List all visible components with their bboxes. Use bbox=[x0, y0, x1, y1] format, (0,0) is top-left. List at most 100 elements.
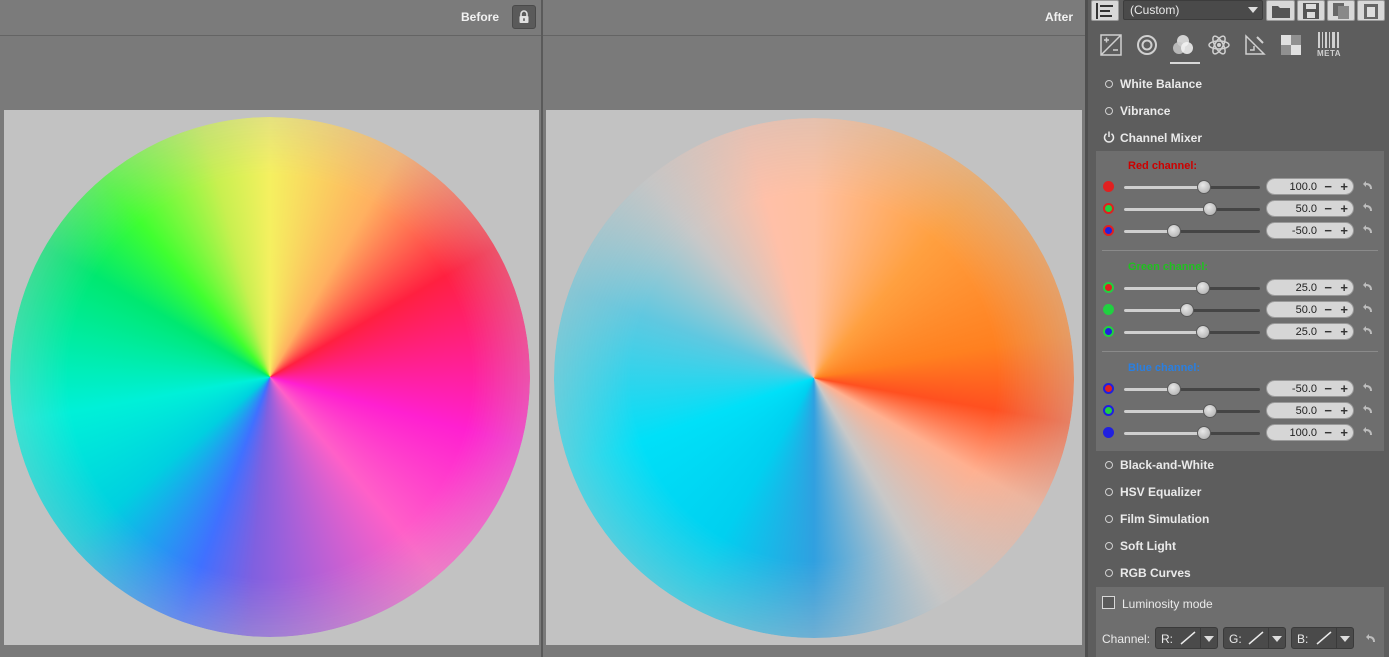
history-list-button[interactable] bbox=[1091, 0, 1119, 21]
minus-button[interactable]: − bbox=[1324, 381, 1332, 396]
reset-icon[interactable] bbox=[1362, 404, 1374, 414]
slider-fill bbox=[1124, 331, 1203, 334]
slider-track[interactable] bbox=[1124, 281, 1260, 295]
plus-button[interactable]: + bbox=[1340, 324, 1348, 339]
reset-icon[interactable] bbox=[1362, 180, 1374, 190]
slider-fill bbox=[1124, 432, 1204, 435]
lock-button[interactable] bbox=[512, 5, 536, 29]
red-curve-button[interactable]: R: bbox=[1155, 627, 1218, 649]
slider-knob[interactable] bbox=[1197, 426, 1211, 440]
green-channel-slider-row: 25.0− + bbox=[1096, 322, 1384, 342]
slider-track[interactable] bbox=[1124, 303, 1260, 317]
plus-button[interactable]: + bbox=[1340, 280, 1348, 295]
slider-value-field[interactable]: 50.0− + bbox=[1266, 200, 1354, 217]
slider-value: 100.0 bbox=[1289, 427, 1317, 439]
minus-button[interactable]: − bbox=[1324, 179, 1332, 194]
reset-icon[interactable] bbox=[1362, 382, 1374, 392]
reset-icon[interactable] bbox=[1365, 633, 1377, 643]
minus-button[interactable]: − bbox=[1324, 425, 1332, 440]
section-title: Channel Mixer bbox=[1120, 131, 1203, 145]
slider-track[interactable] bbox=[1124, 202, 1260, 216]
reset-icon[interactable] bbox=[1362, 281, 1374, 291]
slider-value-field[interactable]: 100.0− + bbox=[1266, 178, 1354, 195]
before-image-canvas[interactable] bbox=[4, 110, 539, 645]
slider-track[interactable] bbox=[1124, 404, 1260, 418]
after-image-canvas[interactable] bbox=[546, 110, 1082, 645]
section-soft-light[interactable]: Soft Light bbox=[1096, 534, 1386, 558]
slider-track[interactable] bbox=[1124, 224, 1260, 238]
slider-value-field[interactable]: 25.0− + bbox=[1266, 323, 1354, 340]
slider-knob[interactable] bbox=[1203, 202, 1217, 216]
plus-button[interactable]: + bbox=[1340, 425, 1348, 440]
slider-value-field[interactable]: 50.0− + bbox=[1266, 402, 1354, 419]
red-curve-dropdown[interactable] bbox=[1200, 628, 1217, 648]
section-title: White Balance bbox=[1120, 77, 1203, 91]
slider-value-field[interactable]: 100.0− + bbox=[1266, 424, 1354, 441]
profile-select-value: (Custom) bbox=[1130, 3, 1180, 17]
slider-knob[interactable] bbox=[1167, 382, 1181, 396]
minus-button[interactable]: − bbox=[1324, 280, 1332, 295]
blue-curve-button[interactable]: B: bbox=[1291, 627, 1354, 649]
before-preview-pane: Before bbox=[0, 0, 541, 657]
processing-profile-select[interactable]: (Custom) bbox=[1123, 0, 1263, 20]
section-white-balance[interactable]: White Balance bbox=[1096, 72, 1386, 96]
slider-value-field[interactable]: 25.0− + bbox=[1266, 279, 1354, 296]
section-channel-mixer[interactable]: Channel Mixer bbox=[1096, 126, 1386, 150]
plus-button[interactable]: + bbox=[1340, 403, 1348, 418]
slider-knob[interactable] bbox=[1167, 224, 1181, 238]
section-black-and-white[interactable]: Black-and-White bbox=[1096, 453, 1386, 477]
minus-button[interactable]: − bbox=[1324, 324, 1332, 339]
slider-value-field[interactable]: -50.0− + bbox=[1266, 222, 1354, 239]
red-curve-label: R: bbox=[1161, 632, 1173, 646]
tab-color[interactable] bbox=[1170, 32, 1196, 58]
luminosity-mode-checkbox[interactable] bbox=[1102, 596, 1115, 609]
minus-button[interactable]: − bbox=[1324, 403, 1332, 418]
green-curve-dropdown[interactable] bbox=[1268, 628, 1285, 648]
tab-advanced[interactable] bbox=[1206, 32, 1232, 58]
copy-profile-button[interactable] bbox=[1327, 0, 1355, 21]
tab-metadata[interactable]: META bbox=[1314, 32, 1344, 58]
red-channel-title: Red channel: bbox=[1128, 160, 1198, 172]
save-profile-button[interactable] bbox=[1297, 0, 1325, 21]
plus-button[interactable]: + bbox=[1340, 381, 1348, 396]
slider-knob[interactable] bbox=[1197, 180, 1211, 194]
plus-button[interactable]: + bbox=[1340, 179, 1348, 194]
reset-icon[interactable] bbox=[1362, 426, 1374, 436]
tab-raw[interactable] bbox=[1278, 32, 1304, 58]
slider-track[interactable] bbox=[1124, 180, 1260, 194]
minus-button[interactable]: − bbox=[1324, 302, 1332, 317]
slider-knob[interactable] bbox=[1196, 281, 1210, 295]
section-film-simulation[interactable]: Film Simulation bbox=[1096, 507, 1386, 531]
linear-curve-icon bbox=[1180, 631, 1196, 645]
plus-button[interactable]: + bbox=[1340, 302, 1348, 317]
reset-icon[interactable] bbox=[1362, 303, 1374, 313]
slider-knob[interactable] bbox=[1196, 325, 1210, 339]
slider-value-field[interactable]: 50.0− + bbox=[1266, 301, 1354, 318]
section-vibrance[interactable]: Vibrance bbox=[1096, 99, 1386, 123]
plus-button[interactable]: + bbox=[1340, 223, 1348, 238]
reset-icon[interactable] bbox=[1362, 325, 1374, 335]
slider-knob[interactable] bbox=[1180, 303, 1194, 317]
tab-detail[interactable] bbox=[1134, 32, 1160, 58]
tab-transform[interactable] bbox=[1242, 32, 1268, 58]
open-profile-button[interactable] bbox=[1266, 0, 1295, 21]
blue-curve-dropdown[interactable] bbox=[1336, 628, 1353, 648]
green-curve-button[interactable]: G: bbox=[1223, 627, 1286, 649]
reset-icon[interactable] bbox=[1362, 202, 1374, 212]
slider-track[interactable] bbox=[1124, 325, 1260, 339]
minus-button[interactable]: − bbox=[1324, 223, 1332, 238]
reset-icon[interactable] bbox=[1362, 224, 1374, 234]
red-source-swatch bbox=[1103, 181, 1114, 192]
paste-profile-button[interactable] bbox=[1357, 0, 1385, 21]
slider-value-field[interactable]: -50.0− + bbox=[1266, 380, 1354, 397]
slider-knob[interactable] bbox=[1203, 404, 1217, 418]
tab-exposure[interactable] bbox=[1098, 32, 1124, 58]
slider-track[interactable] bbox=[1124, 426, 1260, 440]
slider-track[interactable] bbox=[1124, 382, 1260, 396]
section-hsv-equalizer[interactable]: HSV Equalizer bbox=[1096, 480, 1386, 504]
section-rgb-curves[interactable]: RGB Curves bbox=[1096, 561, 1386, 585]
enable-dot-icon bbox=[1105, 542, 1113, 550]
power-icon[interactable] bbox=[1103, 131, 1115, 143]
plus-button[interactable]: + bbox=[1340, 201, 1348, 216]
minus-button[interactable]: − bbox=[1324, 201, 1332, 216]
